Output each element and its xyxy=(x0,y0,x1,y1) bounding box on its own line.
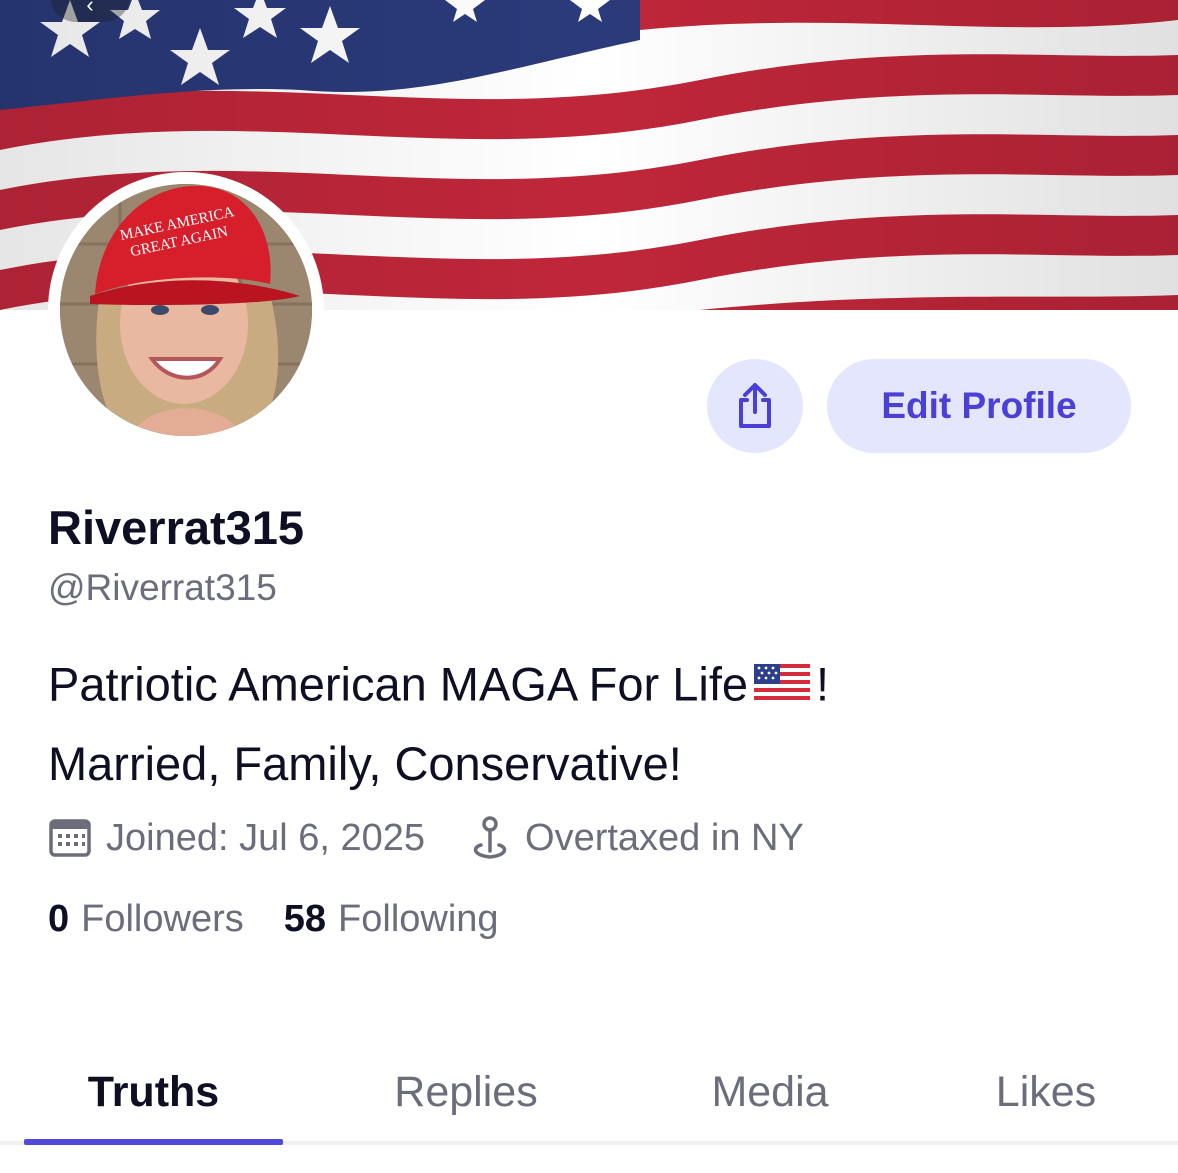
tab-likes[interactable]: Likes xyxy=(916,1068,1176,1117)
followers-count: 0 xyxy=(48,898,70,940)
follow-stats: 0 Followers 58 Following xyxy=(48,898,499,941)
followers-link[interactable]: 0 Followers xyxy=(48,898,244,941)
share-button[interactable] xyxy=(707,359,803,453)
share-icon xyxy=(739,383,771,428)
tab-replies[interactable]: Replies xyxy=(336,1068,596,1117)
chevron-left-icon: ‹ xyxy=(86,0,94,17)
bio-line-1: Patriotic American MAGA For Life ! xyxy=(48,648,1128,728)
display-name: Riverrat315 xyxy=(48,501,305,554)
following-count: 58 xyxy=(283,898,327,940)
us-flag-emoji xyxy=(754,648,811,720)
tab-media[interactable]: Media xyxy=(640,1068,900,1117)
location-text: Overtaxed in NY xyxy=(525,816,804,859)
username-handle: @Riverrat315 xyxy=(48,567,277,608)
bio-line-2: Married, Family, Conservative! xyxy=(48,737,682,790)
bio-text: Patriotic American MAGA For Life xyxy=(48,657,749,711)
location-pin-icon xyxy=(469,815,511,861)
avatar[interactable]: MAKE AMERICA GREAT AGAIN xyxy=(60,184,312,436)
profile-meta: Joined: Jul 6, 2025 Overtaxed in NY xyxy=(48,812,804,864)
tab-truths[interactable]: Truths xyxy=(24,1068,283,1117)
edit-profile-button[interactable]: Edit Profile xyxy=(827,359,1131,453)
following-link[interactable]: 58 Following xyxy=(284,898,499,941)
profile-photo: MAKE AMERICA GREAT AGAIN xyxy=(60,184,312,436)
following-label: Following xyxy=(338,898,499,940)
profile-bio: Patriotic American MAGA For Life ! Marri… xyxy=(48,648,1128,800)
followers-label: Followers xyxy=(81,898,244,940)
calendar-icon xyxy=(48,818,92,858)
bio-text-exclaim: ! xyxy=(816,657,830,711)
joined-date: Joined: Jul 6, 2025 xyxy=(106,816,426,859)
profile-tabs: Truths Replies Media Likes xyxy=(0,1060,1178,1146)
active-tab-indicator xyxy=(24,1139,283,1145)
